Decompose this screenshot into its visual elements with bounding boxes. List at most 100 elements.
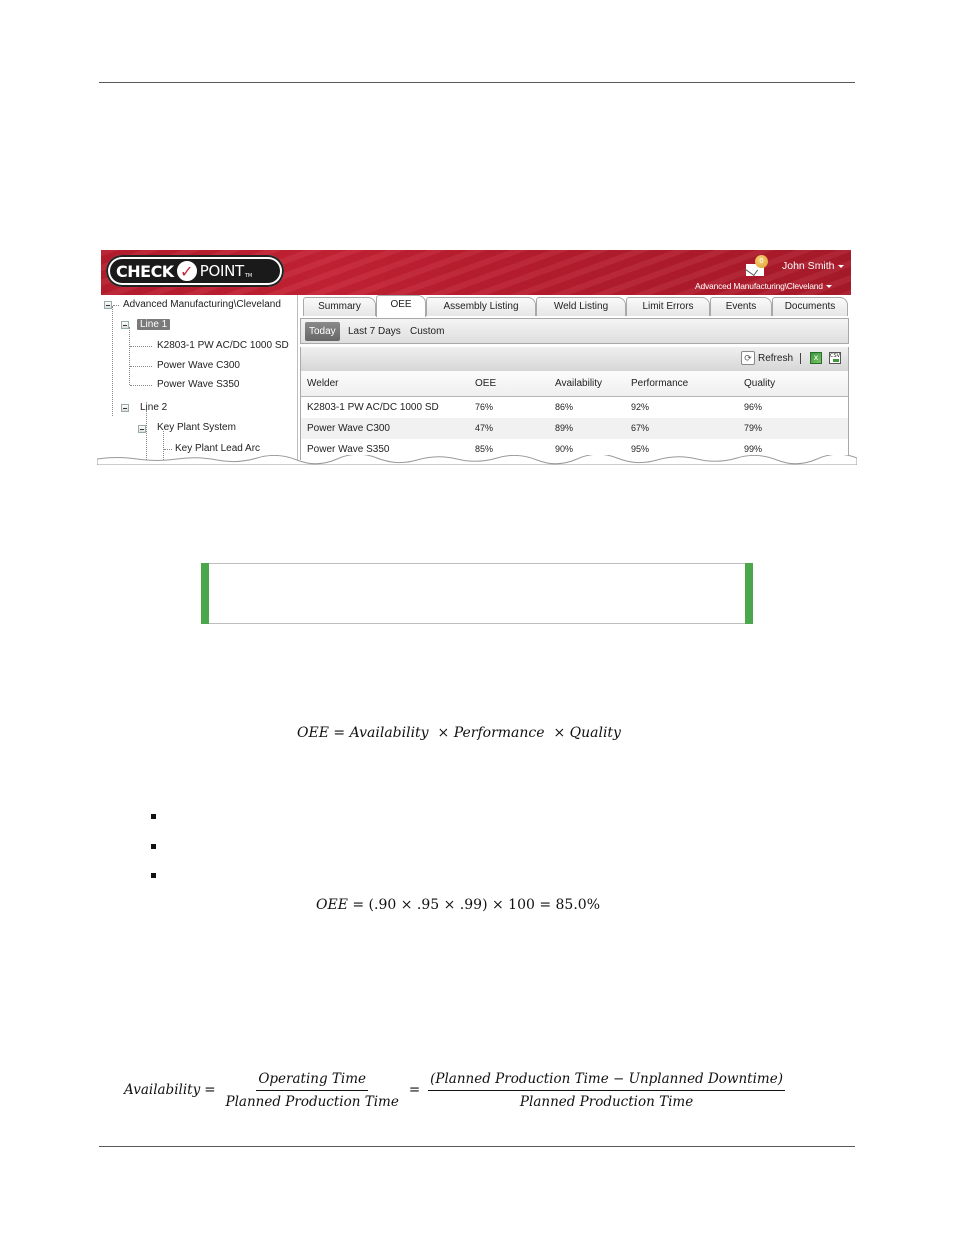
column-header-oee[interactable]: OEE (475, 371, 496, 396)
column-header-quality[interactable]: Quality (744, 371, 775, 396)
grid-header-row: Welder OEE Availability Performance Qual… (301, 371, 848, 397)
cell-welder: Power Wave C300 (307, 423, 390, 434)
column-header-performance[interactable]: Performance (631, 371, 688, 396)
tree-connector (130, 366, 152, 367)
tab-limit-errors[interactable]: Limit Errors (626, 297, 710, 316)
cell-performance: 67% (631, 423, 650, 433)
excel-export-icon[interactable]: x (810, 352, 822, 364)
fraction-numerator: (Planned Production Time − Unplanned Dow… (428, 1071, 785, 1091)
collapse-icon[interactable] (121, 404, 129, 412)
table-row[interactable]: Power Wave C300 47% 89% 67% 79% (301, 418, 848, 439)
tab-oee[interactable]: OEE (376, 295, 426, 317)
tree-connector (164, 449, 172, 450)
page-footer-rule (99, 1146, 855, 1147)
formula-lhs: Availability (124, 1082, 201, 1098)
formula-equals: = (408, 1082, 421, 1098)
formula-equals: = (204, 1082, 216, 1098)
callout-box (201, 563, 753, 624)
column-header-welder[interactable]: Welder (307, 371, 339, 396)
cell-quality: 79% (744, 423, 763, 433)
tab-assembly-listing[interactable]: Assembly Listing (426, 297, 536, 316)
tree-connector (129, 327, 130, 385)
fraction-denominator: Planned Production Time (225, 1093, 399, 1110)
tree-item-welder[interactable]: K2803-1 PW AC/DC 1000 SD (157, 339, 289, 353)
formula-rhs: = (.90 × .95 × .99) × 100 = 85.0% (352, 897, 600, 913)
tree-item-line-2[interactable]: Line 2 (140, 401, 167, 415)
tree-item-system[interactable]: Key Plant System (157, 421, 236, 435)
range-custom[interactable]: Custom (406, 322, 448, 341)
refresh-button[interactable]: ⟳ Refresh (741, 351, 793, 365)
main-tabs: Summary OEE Assembly Listing Weld Listin… (300, 295, 851, 318)
tree-connector (130, 346, 152, 347)
cell-performance: 92% (631, 402, 650, 412)
fraction-numerator: Operating Time (256, 1071, 369, 1091)
range-today[interactable]: Today (305, 322, 340, 341)
fraction-expanded: (Planned Production Time − Unplanned Dow… (428, 1071, 785, 1110)
bullet-icon (151, 844, 156, 849)
chevron-down-icon (825, 285, 832, 289)
toolbar-separator (800, 353, 801, 364)
tree-connector (112, 306, 113, 416)
formula-term-availability: Availability (349, 725, 429, 741)
cell-availability: 89% (555, 423, 574, 433)
availability-formula: Availability = Operating Time Planned Pr… (124, 1066, 789, 1114)
formula-term-performance: Performance (453, 725, 545, 741)
tree-item-welder[interactable]: Power Wave C300 (157, 359, 240, 373)
tree-item-line-1[interactable]: Line 1 (137, 318, 171, 332)
tab-documents[interactable]: Documents (772, 297, 848, 316)
fraction-denominator: Planned Production Time (519, 1093, 694, 1110)
oee-formula: OEE = Availability × Performance × Quali… (297, 725, 621, 741)
logo-checkmark-icon: ✓ (174, 259, 199, 283)
bullet-icon (151, 814, 156, 819)
cell-availability: 86% (555, 402, 574, 412)
collapse-icon[interactable] (138, 425, 146, 433)
csv-export-icon[interactable]: CSV (829, 352, 841, 364)
table-row[interactable]: K2803-1 PW AC/DC 1000 SD 76% 86% 92% 96% (301, 397, 848, 418)
chevron-down-icon (837, 264, 844, 268)
formula-times: × (553, 725, 566, 741)
date-range-tabs: Today Last 7 Days Custom (300, 318, 849, 344)
formula-lhs: OEE (297, 725, 329, 741)
tab-summary[interactable]: Summary (303, 297, 376, 316)
tree-item-root[interactable]: Advanced Manufacturing\Cleveland (123, 298, 281, 312)
tree-connector (113, 305, 119, 306)
tree-item-label: Line 1 (137, 319, 171, 330)
formula-equals: = (333, 725, 346, 741)
range-last-7-days[interactable]: Last 7 Days (344, 322, 405, 341)
formula-term-quality: Quality (569, 725, 621, 741)
tree-connector (146, 410, 147, 460)
grid-toolbar: ⟳ Refresh x CSV (300, 347, 849, 371)
logo-trademark: TM (244, 273, 253, 279)
cell-oee: 47% (475, 423, 494, 433)
user-menu[interactable]: John Smith (782, 260, 844, 272)
collapse-icon[interactable] (121, 321, 129, 329)
checkpoint-logo: CHECK ✓ POINT TM (106, 255, 284, 287)
tree-item-welder[interactable]: Power Wave S350 (157, 378, 239, 392)
notification-badge[interactable]: 0 (755, 255, 768, 268)
location-name: Advanced Manufacturing\Cleveland (695, 281, 823, 291)
cell-welder: K2803-1 PW AC/DC 1000 SD (307, 402, 439, 413)
fraction-operating-time: Operating Time Planned Production Time (224, 1071, 401, 1110)
refresh-label: Refresh (758, 352, 794, 364)
bullet-icon (151, 873, 156, 878)
refresh-icon: ⟳ (741, 351, 755, 365)
logo-check-text: CHECK (116, 261, 174, 281)
formula-lhs: OEE (316, 897, 348, 913)
logo-point-text: POINT (199, 262, 244, 280)
formula-times: × (437, 725, 450, 741)
torn-edge (97, 455, 857, 465)
page-header-rule (99, 82, 855, 83)
tab-weld-listing[interactable]: Weld Listing (536, 297, 626, 316)
location-menu[interactable]: Advanced Manufacturing\Cleveland (695, 281, 832, 291)
oee-example-formula: OEE = (.90 × .95 × .99) × 100 = 85.0% (316, 897, 600, 913)
cell-oee: 76% (475, 402, 494, 412)
user-name: John Smith (782, 260, 835, 272)
cell-quality: 96% (744, 402, 763, 412)
collapse-icon[interactable] (104, 301, 112, 309)
tree-item-welder[interactable]: Key Plant Lead Arc (175, 442, 260, 456)
tree-connector (130, 385, 152, 386)
checkpoint-app-screenshot: CHECK ✓ POINT TM 0 John Smith Advanced M… (101, 250, 851, 460)
column-header-availability[interactable]: Availability (555, 371, 602, 396)
tab-events[interactable]: Events (710, 297, 772, 316)
oee-grid: Welder OEE Availability Performance Qual… (300, 371, 849, 460)
